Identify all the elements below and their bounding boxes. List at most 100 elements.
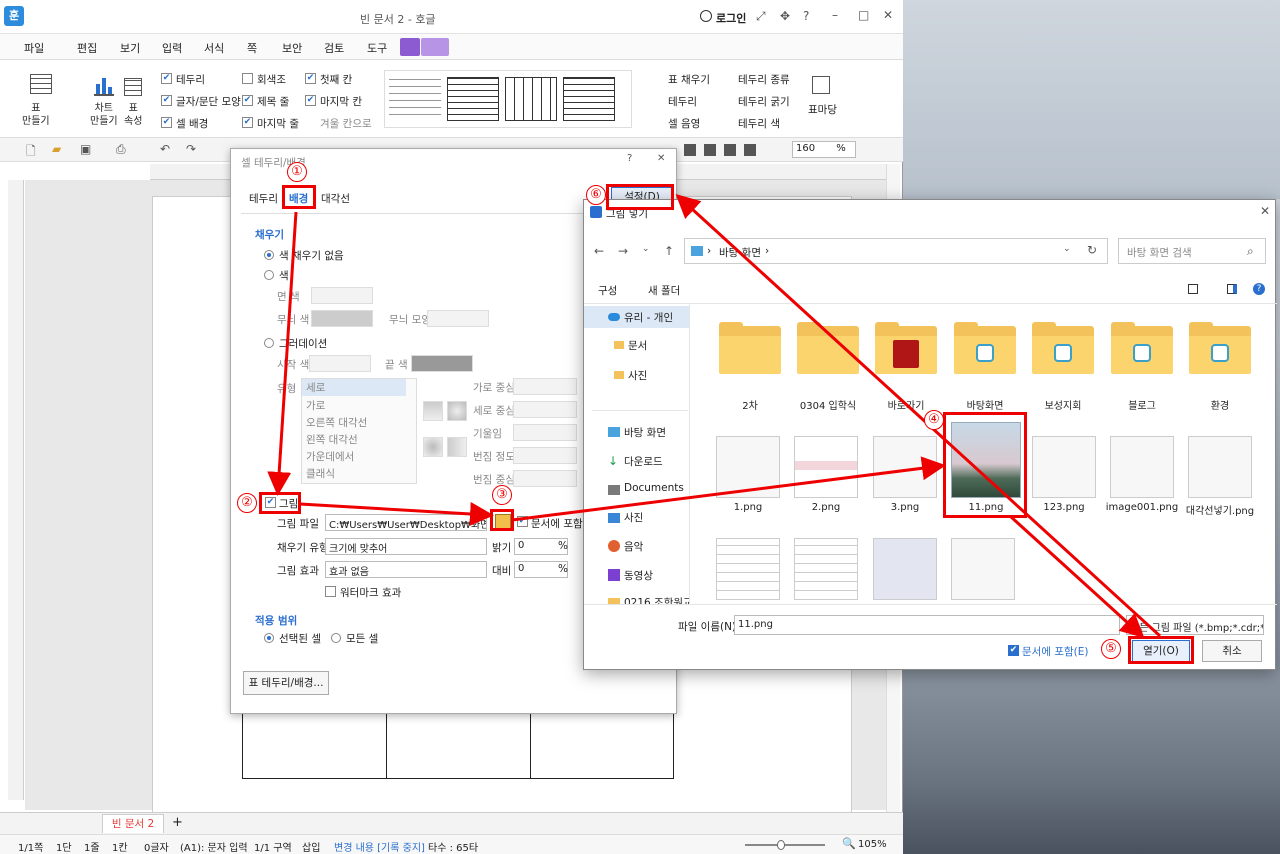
- file-thumbnail[interactable]: [716, 436, 780, 498]
- tab-diagonal[interactable]: 대각선: [321, 191, 350, 206]
- ribbon-border[interactable]: 테두리: [668, 94, 697, 109]
- selected-cell-radio[interactable]: [264, 633, 274, 643]
- ribbon-check-title-row[interactable]: 제목 줄: [257, 94, 289, 109]
- table-make-button[interactable]: 표 만들기: [22, 102, 50, 128]
- file-thumbnail[interactable]: [1110, 436, 1174, 498]
- ribbon-check-last-col[interactable]: 마지막 칸: [320, 94, 362, 109]
- table-prop-icon[interactable]: [124, 78, 142, 96]
- status-zoom[interactable]: 105%: [858, 839, 887, 850]
- up-icon[interactable]: ↑: [664, 244, 674, 258]
- table-court-icon[interactable]: [812, 76, 830, 94]
- menu-page[interactable]: 쪽: [247, 40, 257, 56]
- file-name[interactable]: 3.png: [860, 502, 950, 513]
- no-fill-radio[interactable]: [264, 250, 274, 260]
- ribbon-check-last-row[interactable]: 마지막 줄: [257, 116, 299, 131]
- close-icon[interactable]: ✕: [883, 8, 893, 22]
- nav-documents-en[interactable]: Documents: [624, 482, 684, 494]
- ribbon-check-charstyle[interactable]: 글자/문단 모양: [176, 94, 241, 109]
- folder-name[interactable]: 0304 입학식: [783, 397, 873, 412]
- menu-edit[interactable]: 편집: [77, 40, 97, 56]
- status-track-changes[interactable]: 변경 내용 [기록 중지]: [334, 839, 425, 854]
- folder-name[interactable]: 환경: [1175, 397, 1265, 412]
- nav-desktop[interactable]: 바탕 화면: [624, 425, 666, 440]
- folder-item[interactable]: [1111, 322, 1173, 374]
- file-thumbnail[interactable]: [873, 436, 937, 498]
- file-name[interactable]: image001.png: [1097, 502, 1187, 513]
- help-circle-icon[interactable]: ?: [1253, 283, 1265, 295]
- menu-tools[interactable]: 도구: [367, 40, 387, 56]
- forward-icon[interactable]: →: [618, 244, 628, 258]
- folder-name[interactable]: 2차: [705, 397, 795, 412]
- move-icon[interactable]: ✥: [780, 9, 790, 23]
- file-thumbnail[interactable]: [1188, 436, 1252, 498]
- menu-review[interactable]: 검토: [324, 40, 344, 56]
- zoom-input[interactable]: 160 %: [792, 141, 856, 158]
- preview-pane-icon[interactable]: [1227, 284, 1237, 294]
- file-thumbnail[interactable]: [716, 538, 780, 600]
- folder-item[interactable]: [1032, 322, 1094, 374]
- folder-item[interactable]: [797, 322, 859, 374]
- dialog-close-icon[interactable]: ✕: [657, 153, 665, 164]
- picture-file-input[interactable]: C:₩Users₩User₩Desktop₩화면 캡: [325, 514, 487, 531]
- cancel-button[interactable]: 취소: [1202, 640, 1262, 662]
- maximize-icon[interactable]: □: [858, 8, 869, 22]
- tab-border[interactable]: 테두리: [249, 191, 278, 206]
- menu-view[interactable]: 보기: [120, 40, 140, 56]
- redo-icon[interactable]: ↷: [186, 142, 196, 156]
- refresh-icon[interactable]: ↻: [1087, 243, 1097, 257]
- file-thumbnail[interactable]: [873, 538, 937, 600]
- file-dialog-close-icon[interactable]: ✕: [1260, 204, 1270, 218]
- doc-tab[interactable]: 빈 문서 2: [102, 814, 164, 833]
- table-prop-button[interactable]: 표 속성: [124, 102, 142, 128]
- file-name[interactable]: 대각선넣기.png: [1175, 502, 1265, 517]
- nav-folder-0216[interactable]: 0216 조한원교: [624, 595, 689, 604]
- folder-item[interactable]: [1189, 322, 1251, 374]
- ribbon-check-border[interactable]: 테두리: [176, 72, 205, 87]
- nav-documents[interactable]: 문서: [628, 338, 647, 353]
- chart-icon[interactable]: [94, 78, 114, 96]
- chart-make-button[interactable]: 차트 만들기: [90, 102, 118, 128]
- help-icon[interactable]: ?: [803, 9, 809, 23]
- menu-insert[interactable]: 입력: [162, 40, 182, 56]
- folder-name[interactable]: 바탕화면: [940, 397, 1030, 412]
- color-radio[interactable]: [264, 270, 274, 280]
- address-bar[interactable]: › 바탕 화면 › ⌄ ↻: [684, 238, 1108, 264]
- fullscreen-icon[interactable]: ⤢: [756, 9, 766, 24]
- folder-name[interactable]: 보성지회: [1018, 397, 1108, 412]
- folder-item[interactable]: [954, 322, 1016, 374]
- new-doc-icon[interactable]: 🗋: [26, 142, 36, 163]
- menu-format[interactable]: 서식: [204, 40, 224, 56]
- organize-button[interactable]: 구성: [598, 283, 617, 298]
- include-doc-checkbox-2[interactable]: ✔: [1008, 645, 1019, 656]
- file-name[interactable]: 123.png: [1019, 502, 1109, 513]
- fill-type-select[interactable]: 크기에 맞추어: [325, 538, 487, 555]
- folder-item[interactable]: [719, 322, 781, 374]
- filename-input[interactable]: 11.png: [734, 615, 1120, 635]
- zoom-slider[interactable]: [745, 840, 825, 850]
- table-border-bg-button[interactable]: 표 테두리/배경...: [243, 671, 329, 695]
- ribbon-border-type[interactable]: 테두리 종류: [738, 72, 790, 87]
- address-dropdown-icon[interactable]: ⌄: [1063, 244, 1071, 254]
- search-box[interactable]: 바탕 화면 검색 ⌕: [1118, 238, 1266, 264]
- nav-music[interactable]: 음악: [624, 539, 643, 554]
- undo-icon[interactable]: ↶: [160, 142, 170, 156]
- open-icon[interactable]: ▰: [52, 142, 61, 156]
- nav-pictures[interactable]: 사진: [628, 368, 647, 383]
- dialog-help-icon[interactable]: ?: [627, 153, 632, 164]
- add-tab-icon[interactable]: +: [172, 815, 183, 830]
- print-icon[interactable]: ⎙: [116, 142, 126, 157]
- path-segment[interactable]: 바탕 화면: [719, 245, 761, 260]
- ribbon-check-first-col[interactable]: 첫째 칸: [320, 72, 352, 87]
- menu-security[interactable]: 보안: [282, 40, 302, 56]
- ribbon-cell-shade[interactable]: 셀 음영: [668, 116, 700, 131]
- login-button[interactable]: 로그인: [716, 10, 746, 26]
- ribbon-table-court[interactable]: 표마당: [808, 102, 837, 117]
- table-design-tab-icon[interactable]: [400, 38, 420, 56]
- file-thumbnail[interactable]: [794, 436, 858, 498]
- ribbon-check-gray[interactable]: 회색조: [257, 72, 286, 87]
- status-insert[interactable]: 삽입: [302, 839, 320, 854]
- folder-name[interactable]: 블로그: [1097, 397, 1187, 412]
- new-folder-button[interactable]: 새 폴더: [648, 283, 680, 298]
- file-name[interactable]: 2.png: [781, 502, 871, 513]
- all-cells-radio[interactable]: [331, 633, 341, 643]
